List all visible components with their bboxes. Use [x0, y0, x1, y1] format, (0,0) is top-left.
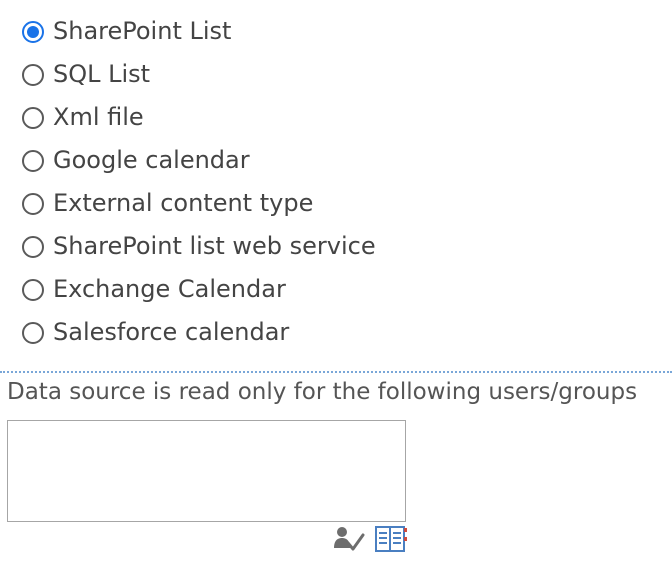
radio-label: Salesforce calendar — [53, 317, 290, 346]
data-source-radio-group: SharePoint List SQL List Xml file Google… — [22, 10, 376, 354]
radio-button[interactable] — [22, 321, 44, 344]
radio-option-external-content-type[interactable]: External content type — [22, 182, 376, 225]
radio-button[interactable] — [22, 63, 44, 86]
radio-label: SharePoint list web service — [53, 231, 376, 260]
radio-label: Google calendar — [53, 145, 250, 174]
radio-button[interactable] — [22, 20, 44, 43]
radio-option-xml-file[interactable]: Xml file — [22, 96, 376, 139]
radio-button[interactable] — [22, 278, 44, 301]
radio-option-salesforce-calendar[interactable]: Salesforce calendar — [22, 311, 376, 354]
radio-option-sharepoint-list-web-service[interactable]: SharePoint list web service — [22, 225, 376, 268]
read-only-users-input[interactable] — [7, 420, 406, 522]
read-only-users-label: Data source is read only for the followi… — [7, 379, 638, 405]
radio-label: SharePoint List — [53, 16, 232, 45]
radio-label: Exchange Calendar — [53, 274, 286, 303]
radio-button[interactable] — [22, 106, 44, 129]
radio-label: SQL List — [53, 59, 151, 88]
radio-label: Xml file — [53, 102, 144, 131]
radio-option-sql-list[interactable]: SQL List — [22, 53, 376, 96]
radio-button[interactable] — [22, 235, 44, 258]
radio-label: External content type — [53, 188, 314, 217]
radio-button[interactable] — [22, 149, 44, 172]
address-book-icon[interactable] — [374, 524, 408, 554]
radio-option-sharepoint-list[interactable]: SharePoint List — [22, 10, 376, 53]
radio-option-google-calendar[interactable]: Google calendar — [22, 139, 376, 182]
radio-button[interactable] — [22, 192, 44, 215]
section-divider — [0, 371, 672, 373]
check-names-icon[interactable] — [332, 524, 366, 554]
radio-option-exchange-calendar[interactable]: Exchange Calendar — [22, 268, 376, 311]
